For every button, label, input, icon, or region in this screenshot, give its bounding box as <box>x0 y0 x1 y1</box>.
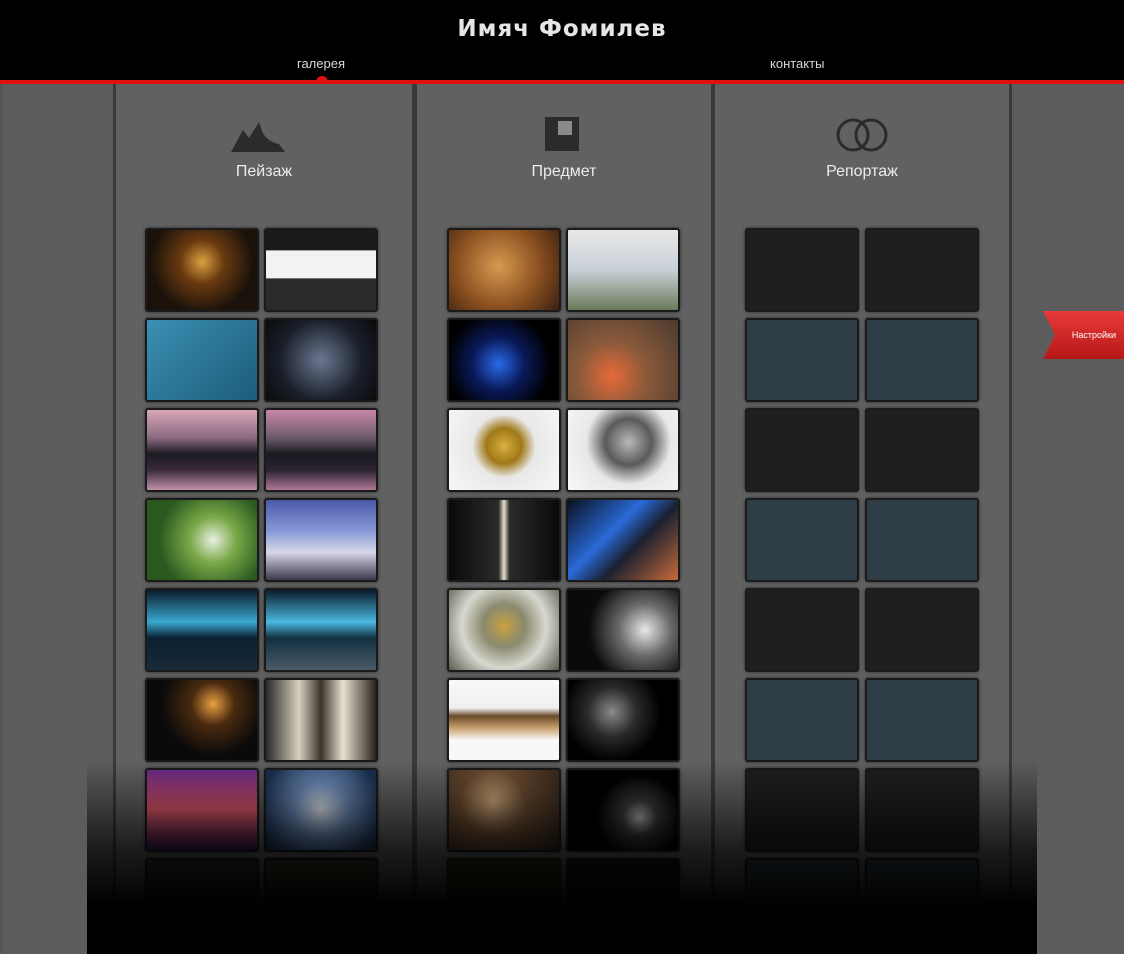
gallery-thumbnail[interactable] <box>566 228 680 312</box>
gallery-thumbnail-placeholder[interactable] <box>745 228 859 312</box>
gallery-thumbnail[interactable] <box>447 678 561 762</box>
gallery-thumbnail[interactable] <box>566 498 680 582</box>
side-band <box>0 84 2 954</box>
mountain-icon <box>231 122 285 152</box>
column-subject: Предмет <box>414 84 714 954</box>
gallery-thumbnail[interactable] <box>264 228 378 312</box>
gallery-thumbnail[interactable] <box>145 228 259 312</box>
gallery-thumbnail-placeholder[interactable] <box>745 498 859 582</box>
gallery-thumbnail[interactable] <box>264 408 378 492</box>
gallery-thumbnail-placeholder[interactable] <box>865 768 979 852</box>
gallery-thumbnail[interactable] <box>264 768 378 852</box>
gallery-thumbnail[interactable] <box>145 588 259 672</box>
gallery-thumbnail[interactable] <box>145 498 259 582</box>
column-title-landscape: Пейзаж <box>235 163 293 180</box>
gallery-thumbnail[interactable] <box>264 678 378 762</box>
gallery-thumbnail[interactable] <box>145 678 259 762</box>
gallery-thumbnail-placeholder[interactable] <box>865 588 979 672</box>
column-title-subject: Предмет <box>531 163 597 180</box>
gallery-thumbnail[interactable] <box>447 228 561 312</box>
gallery-thumbnail[interactable] <box>566 408 680 492</box>
gallery-thumbnail-placeholder[interactable] <box>865 498 979 582</box>
gallery-thumbnail-placeholder[interactable] <box>865 318 979 402</box>
gallery-thumbnail-placeholder[interactable] <box>745 768 859 852</box>
gallery-thumbnail[interactable] <box>447 768 561 852</box>
gallery-thumbnail-placeholder[interactable] <box>745 588 859 672</box>
gallery-thumbnail-placeholder[interactable] <box>865 408 979 492</box>
square-icon <box>545 117 579 151</box>
gallery-thumbnail[interactable] <box>566 858 680 942</box>
header: Имяч Фомилев галерея контакты <box>0 0 1124 80</box>
gallery-thumbnail[interactable] <box>447 588 561 672</box>
gallery-thumbnail-placeholder[interactable] <box>865 228 979 312</box>
gallery-thumbnail[interactable] <box>264 858 378 942</box>
column-landscape: Пейзаж <box>113 84 415 954</box>
gallery-thumbnail-placeholder[interactable] <box>865 858 979 942</box>
gallery-thumbnail[interactable] <box>447 408 561 492</box>
gallery-thumbnail[interactable] <box>264 498 378 582</box>
gallery-thumbnail[interactable] <box>145 318 259 402</box>
gallery-thumbnail[interactable] <box>145 858 259 942</box>
nav-gallery-link[interactable]: галерея <box>297 56 345 71</box>
column-report: Репортаж <box>712 84 1012 954</box>
nav-contacts-link[interactable]: контакты <box>770 56 824 71</box>
gallery-thumbnail[interactable] <box>566 588 680 672</box>
rings-icon <box>836 118 888 152</box>
gallery-thumbnail[interactable] <box>566 678 680 762</box>
gallery-thumbnail[interactable] <box>447 318 561 402</box>
gallery-thumbnail-placeholder[interactable] <box>745 318 859 402</box>
gallery-thumbnail-placeholder[interactable] <box>745 678 859 762</box>
gallery-thumbnail-placeholder[interactable] <box>865 678 979 762</box>
gallery-thumbnail-placeholder[interactable] <box>745 858 859 942</box>
column-title-report: Репортаж <box>826 163 898 180</box>
settings-tab[interactable]: Настройки <box>1043 311 1124 359</box>
gallery-thumbnail[interactable] <box>264 318 378 402</box>
gallery-thumbnail[interactable] <box>264 588 378 672</box>
gallery-thumbnail[interactable] <box>447 498 561 582</box>
gallery-thumbnail[interactable] <box>447 858 561 942</box>
gallery-thumbnail[interactable] <box>566 768 680 852</box>
site-title: Имяч Фомилев <box>457 16 667 42</box>
gallery-thumbnail[interactable] <box>566 318 680 402</box>
gallery-thumbnail[interactable] <box>145 768 259 852</box>
gallery-thumbnail[interactable] <box>145 408 259 492</box>
gallery-thumbnail-placeholder[interactable] <box>745 408 859 492</box>
